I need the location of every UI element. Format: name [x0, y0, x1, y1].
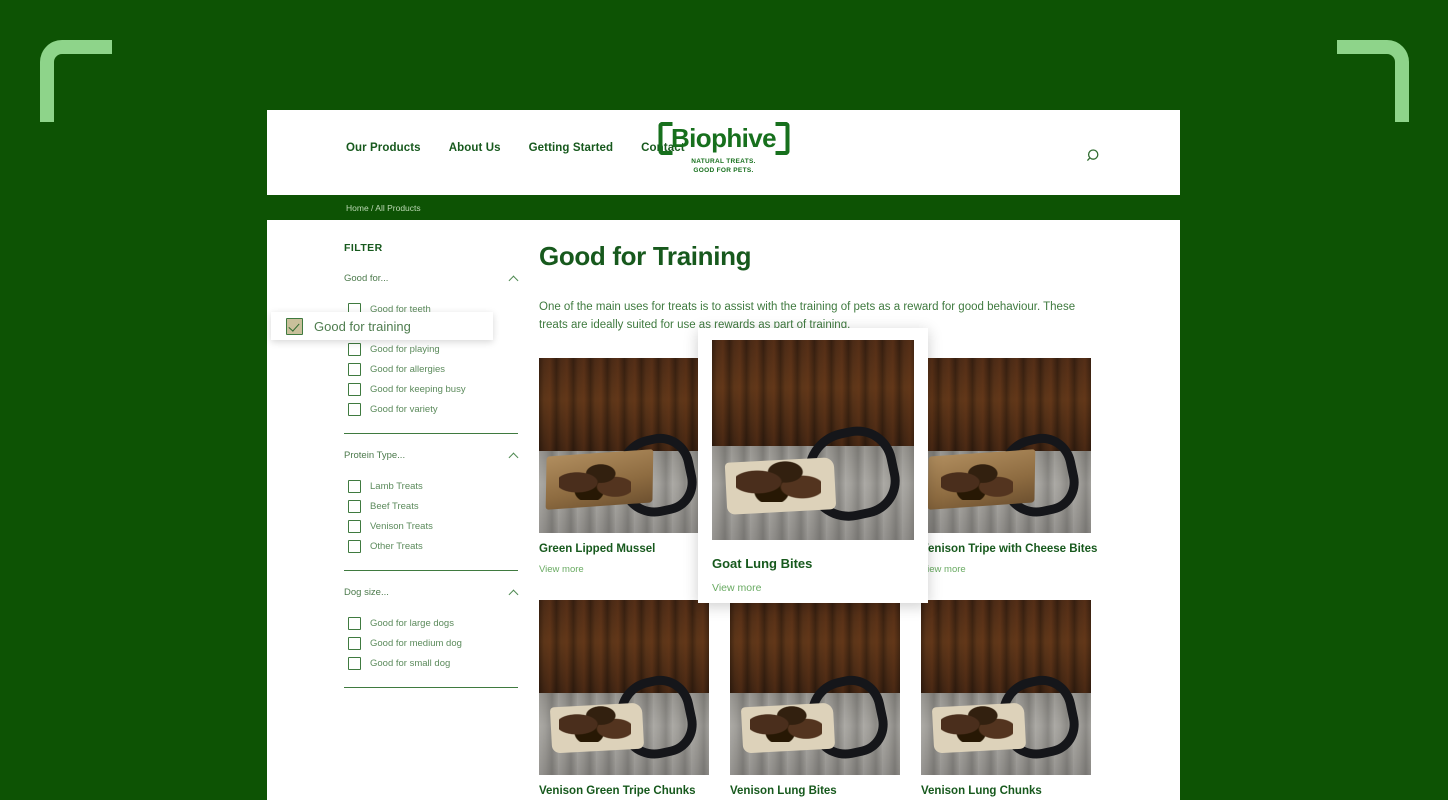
- main-navigation: Our Products About Us Getting Started Co…: [346, 142, 685, 154]
- filter-heading: FILTER: [344, 242, 383, 254]
- chevron-up-icon[interactable]: [509, 452, 520, 459]
- filter-group-header-protein-type[interactable]: Protein Type...: [344, 446, 524, 464]
- breadcrumb[interactable]: Home / All Products: [346, 203, 421, 213]
- product-hover-popup[interactable]: Goat Lung Bites View more: [698, 328, 928, 603]
- popup-view-more-link[interactable]: View more: [712, 582, 761, 594]
- filter-group-label: Dog size...: [344, 586, 389, 598]
- filter-group-protein-type: Protein Type... Lamb Treats Beef Treats …: [344, 446, 524, 571]
- decorative-bracket-top-left: [40, 40, 112, 122]
- filter-option-label: Good for large dogs: [370, 617, 454, 629]
- product-card[interactable]: Venison Lung Chunks View more: [921, 600, 1091, 800]
- filter-option-label: Good for playing: [370, 343, 440, 355]
- filter-option-good-for-keeping-busy[interactable]: Good for keeping busy: [348, 379, 524, 399]
- filter-divider: [344, 687, 518, 688]
- filter-sidebar: FILTER Good for... Good for teeth Good f…: [271, 242, 524, 700]
- chevron-up-icon[interactable]: [509, 275, 520, 282]
- product-card[interactable]: Venison Lung Bites View more: [730, 600, 900, 800]
- filter-option-good-for-playing[interactable]: Good for playing: [348, 339, 524, 359]
- page-root: Our Products About Us Getting Started Co…: [0, 0, 1448, 800]
- content-header: Good for Training One of the main uses f…: [539, 242, 1101, 334]
- product-image[interactable]: [539, 600, 709, 776]
- logo-wordmark: Biophive: [671, 123, 777, 153]
- filter-option-label: Good for medium dog: [370, 637, 462, 649]
- filter-options-protein-type: Lamb Treats Beef Treats Venison Treats O…: [344, 476, 524, 556]
- checkbox[interactable]: [348, 402, 361, 416]
- checkbox[interactable]: [348, 636, 361, 650]
- product-card[interactable]: Green Lipped Mussel View more: [539, 358, 709, 575]
- search-icon[interactable]: [1086, 148, 1102, 164]
- filter-option-good-for-large-dogs[interactable]: Good for large dogs: [348, 613, 524, 633]
- popup-product-image[interactable]: [712, 340, 914, 540]
- filter-option-label: Good for allergies: [370, 363, 445, 375]
- filter-group-label: Good for...: [344, 272, 389, 284]
- logo-tagline-line2: GOOD FOR PETS.: [693, 166, 754, 174]
- logo-tagline: NATURAL TREATS. GOOD FOR PETS.: [658, 158, 789, 175]
- product-view-more-link[interactable]: View more: [539, 564, 709, 575]
- filter-options-dog-size: Good for large dogs Good for medium dog …: [344, 613, 524, 673]
- filter-option-label: Good for training: [314, 318, 411, 334]
- site-header: Our Products About Us Getting Started Co…: [267, 110, 1180, 195]
- checkbox[interactable]: [348, 382, 361, 396]
- product-name: Venison Tripe with Cheese Bites: [921, 543, 1098, 555]
- nav-item-about-us[interactable]: About Us: [449, 142, 501, 154]
- nav-item-our-products[interactable]: Our Products: [346, 142, 421, 154]
- filter-option-good-for-variety[interactable]: Good for variety: [348, 399, 524, 419]
- product-view-more-link[interactable]: View more: [921, 564, 1091, 575]
- filter-option-beef-treats[interactable]: Beef Treats: [348, 496, 524, 516]
- product-name: Green Lipped Mussel: [539, 543, 656, 555]
- filter-option-good-for-training-highlighted[interactable]: Good for training: [271, 312, 493, 340]
- filter-option-label: Good for keeping busy: [370, 383, 466, 395]
- filter-group-header-dog-size[interactable]: Dog size...: [344, 583, 524, 601]
- checkbox[interactable]: [348, 616, 361, 630]
- filter-divider: [344, 570, 518, 571]
- product-image[interactable]: [921, 600, 1091, 776]
- checkbox[interactable]: [348, 656, 361, 670]
- breadcrumb-bar: Home / All Products: [267, 195, 1180, 220]
- page-title: Good for Training: [539, 241, 752, 271]
- filter-group-label: Protein Type...: [344, 449, 406, 461]
- product-name: Venison Lung Chunks: [921, 785, 1042, 798]
- checkbox[interactable]: [348, 362, 361, 376]
- nav-item-getting-started[interactable]: Getting Started: [529, 142, 614, 154]
- filter-divider: [344, 433, 518, 434]
- site-logo[interactable]: Biophive NATURAL TREATS. GOOD FOR PETS.: [658, 122, 789, 175]
- product-image[interactable]: [921, 358, 1091, 533]
- filter-option-label: Beef Treats: [370, 500, 419, 512]
- popup-product-name: Goat Lung Bites: [712, 556, 813, 571]
- filter-option-other-treats[interactable]: Other Treats: [348, 536, 524, 556]
- filter-option-venison-treats[interactable]: Venison Treats: [348, 516, 524, 536]
- checkbox[interactable]: [348, 499, 361, 513]
- filter-option-good-for-small-dog[interactable]: Good for small dog: [348, 653, 524, 673]
- filter-option-lamb-treats[interactable]: Lamb Treats: [348, 476, 524, 496]
- checkbox[interactable]: [348, 519, 361, 533]
- filter-option-label: Other Treats: [370, 540, 423, 552]
- checkbox[interactable]: [348, 342, 361, 356]
- chevron-up-icon[interactable]: [509, 589, 520, 596]
- filter-group-good-for: Good for... Good for teeth Good for trai…: [344, 269, 524, 434]
- filter-option-label: Lamb Treats: [370, 480, 423, 492]
- checkbox-checked[interactable]: [286, 317, 303, 335]
- filter-option-good-for-allergies[interactable]: Good for allergies: [348, 359, 524, 379]
- product-card[interactable]: Venison Tripe with Cheese Bites View mor…: [921, 358, 1098, 575]
- product-image[interactable]: [539, 358, 709, 533]
- product-name: Venison Green Tripe Chunks: [539, 785, 696, 798]
- filter-option-label: Good for small dog: [370, 657, 451, 669]
- product-card[interactable]: Venison Green Tripe Chunks View more: [539, 600, 709, 800]
- decorative-bracket-top-right: [1337, 40, 1409, 122]
- filter-group-header-good-for[interactable]: Good for...: [344, 269, 524, 287]
- filter-option-label: Good for variety: [370, 403, 438, 415]
- filter-option-label: Venison Treats: [370, 520, 433, 532]
- product-name: Venison Lung Bites: [730, 785, 837, 798]
- filter-group-dog-size: Dog size... Good for large dogs Good for…: [344, 583, 524, 688]
- filter-option-good-for-medium-dog[interactable]: Good for medium dog: [348, 633, 524, 653]
- checkbox[interactable]: [348, 539, 361, 553]
- logo-tagline-line1: NATURAL TREATS.: [691, 158, 756, 166]
- logo-bracket-mark: Biophive: [658, 122, 789, 156]
- checkbox[interactable]: [348, 479, 361, 493]
- product-image[interactable]: [730, 600, 900, 776]
